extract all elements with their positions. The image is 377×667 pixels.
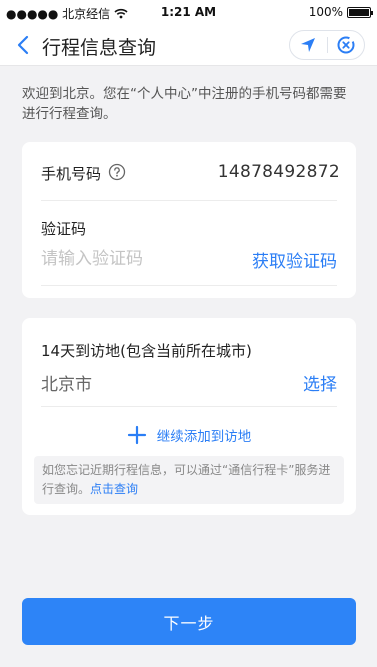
battery-percent: 100% xyxy=(308,5,343,19)
add-visit-label: 继续添加到访地 xyxy=(156,429,252,445)
mini-program-capsule xyxy=(289,30,365,60)
visits-card: 14天到访地(包含当前所在城市) 北京市 选择 继续添加到访地 如您忘记近期行程… xyxy=(22,318,356,515)
divider xyxy=(41,406,337,407)
verification-code-input[interactable] xyxy=(41,246,231,272)
tip-query-link[interactable]: 点击查询 xyxy=(90,482,138,496)
intro-text: 欢迎到北京。您在“个人中心”中注册的手机号码都需要进行行程查询。 xyxy=(22,86,347,122)
divider xyxy=(41,200,337,201)
battery-fill xyxy=(349,8,369,16)
status-bar: ●●●●● 北京经信 1:21 AM 100% xyxy=(0,0,377,24)
battery-icon xyxy=(347,6,373,18)
divider xyxy=(41,285,337,286)
phone-value: 14878492872 xyxy=(217,162,340,182)
close-button[interactable] xyxy=(327,31,364,59)
page-title: 行程信息查询 xyxy=(42,37,157,59)
chevron-left-icon[interactable] xyxy=(14,34,34,56)
plus-icon xyxy=(127,425,146,445)
city-value: 北京市 xyxy=(41,375,92,395)
phone-card: 手机号码 14878492872 验证码 获取验证码 xyxy=(22,142,356,298)
status-right: 100% xyxy=(308,5,373,19)
select-city-button[interactable]: 选择 xyxy=(303,370,337,395)
location-button[interactable] xyxy=(290,31,327,59)
get-code-button[interactable]: 获取验证码 xyxy=(252,247,337,272)
close-circle-icon xyxy=(337,36,355,54)
tip-box: 如您忘记近期行程信息，可以通过“通信行程卡”服务进行查询。点击查询 xyxy=(34,456,344,504)
location-arrow-icon xyxy=(301,38,316,52)
phone-label: 手机号码 xyxy=(41,165,102,183)
question-circle-icon[interactable] xyxy=(108,163,126,181)
visits-title: 14天到访地(包含当前所在城市) xyxy=(41,342,252,360)
verification-label: 验证码 xyxy=(41,220,87,238)
add-visit-button[interactable]: 继续添加到访地 xyxy=(22,423,356,447)
nav-bar: 行程信息查询 xyxy=(0,24,377,66)
next-step-button[interactable]: 下一步 xyxy=(22,598,356,645)
tip-text: 如您忘记近期行程信息，可以通过“通信行程卡”服务进行查询。 xyxy=(42,463,331,496)
